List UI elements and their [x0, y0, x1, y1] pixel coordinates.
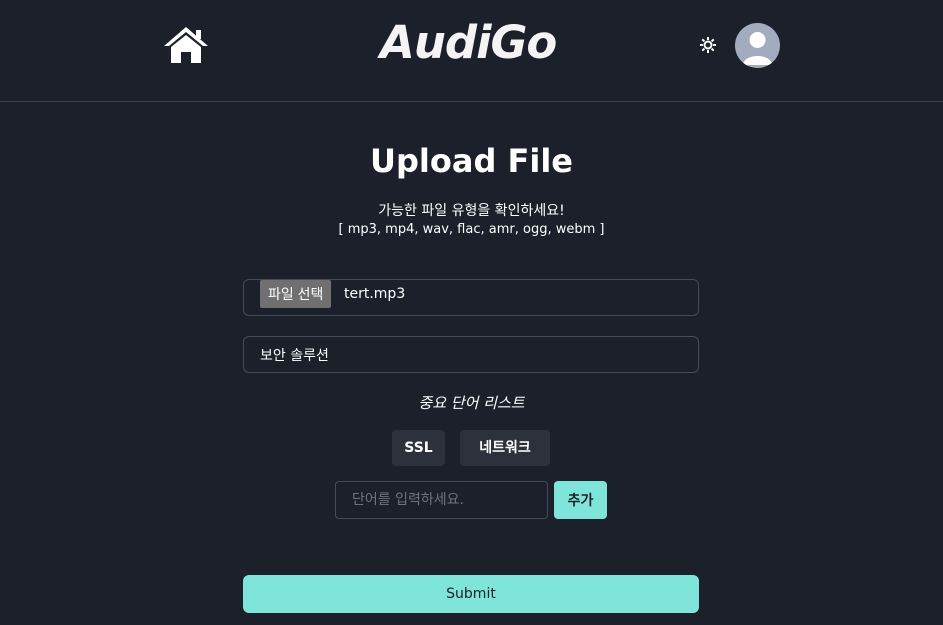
- user-avatar-icon: [743, 32, 772, 65]
- keyword-input[interactable]: [335, 481, 548, 519]
- sun-icon[interactable]: [700, 37, 716, 53]
- allowed-file-types: [ mp3, mp4, wav, flac, amr, ogg, webm ]: [338, 222, 605, 237]
- page-title: Upload File: [370, 142, 573, 180]
- keyword-chip[interactable]: 네트워크: [460, 430, 550, 466]
- add-keyword-button[interactable]: 추가: [554, 481, 607, 519]
- keyword-list-heading: 중요 단어 리스트: [418, 394, 525, 412]
- submit-button[interactable]: Submit: [243, 575, 699, 613]
- title-field[interactable]: [243, 336, 699, 373]
- keyword-chip[interactable]: SSL: [392, 430, 445, 466]
- app-brand[interactable]: AudiGo: [380, 16, 560, 69]
- home-icon[interactable]: [162, 25, 210, 65]
- choose-file-button[interactable]: 파일 선택: [260, 280, 332, 308]
- selected-file-name: tert.mp3: [344, 286, 406, 302]
- file-input[interactable]: 파일 선택 tert.mp3: [243, 279, 699, 316]
- user-avatar[interactable]: [735, 23, 780, 68]
- app-header: AudiGo: [0, 0, 943, 102]
- page-subtitle: 가능한 파일 유형을 확인하세요!: [378, 203, 565, 219]
